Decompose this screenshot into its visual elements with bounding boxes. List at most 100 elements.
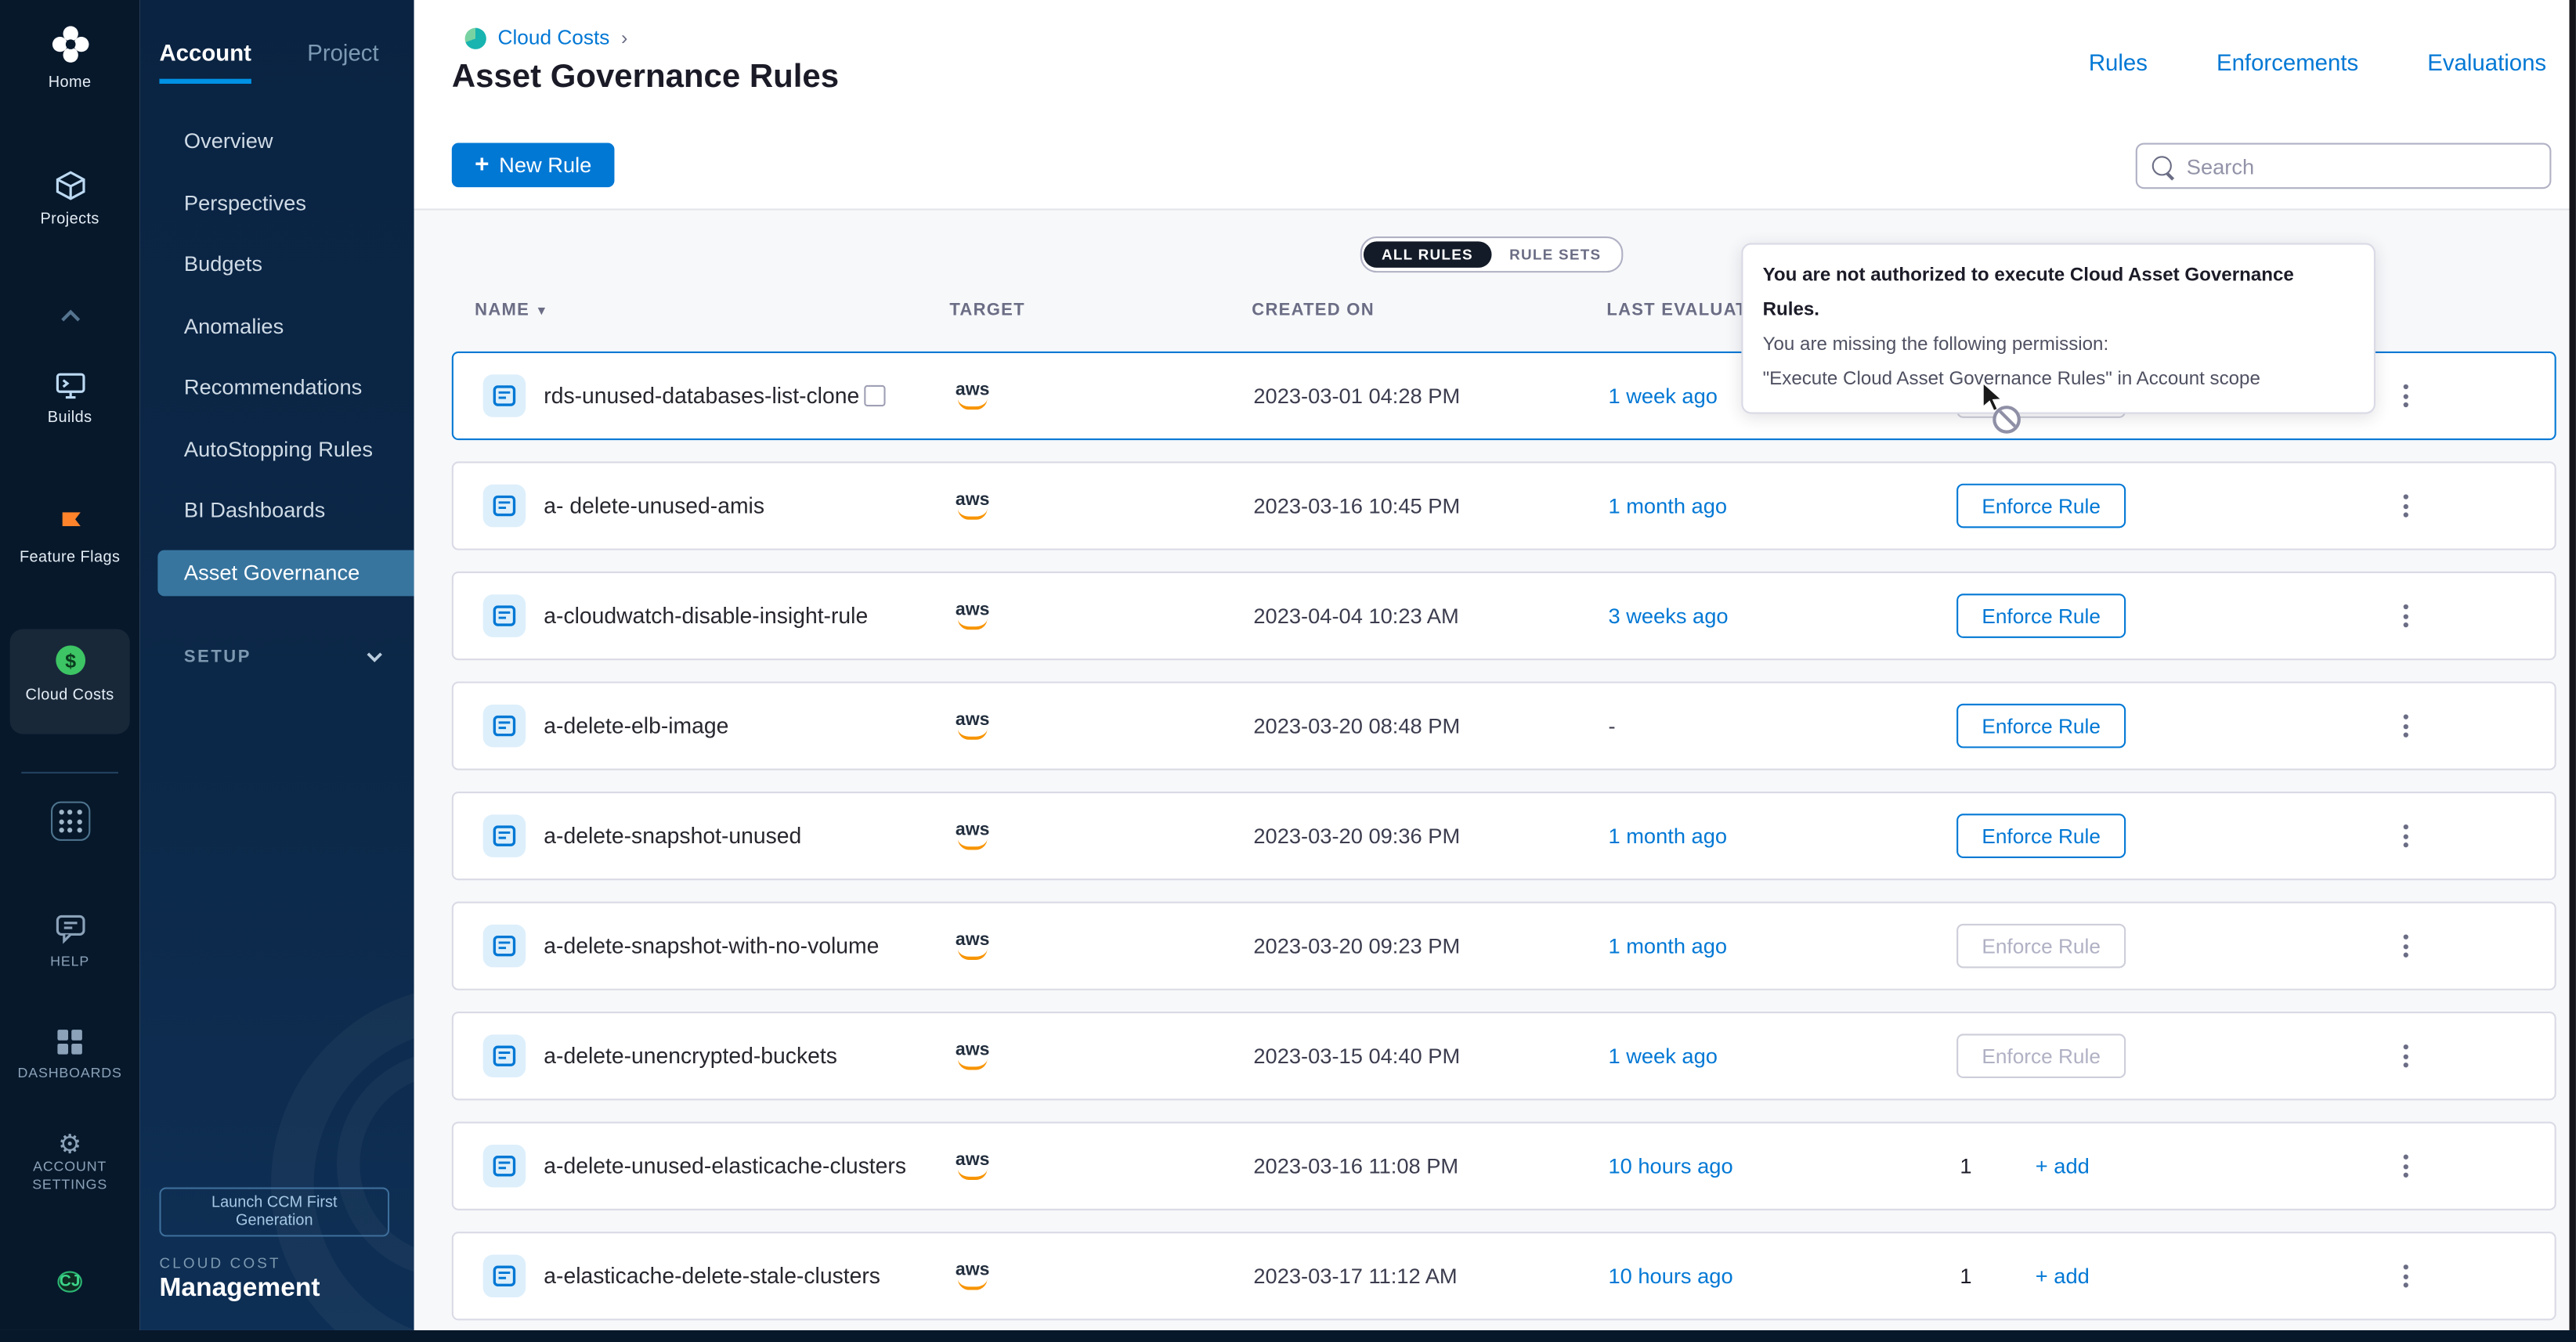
enforce-rule-button[interactable]: Enforce Rule (1956, 593, 2126, 638)
row-menu-icon[interactable] (2397, 818, 2415, 854)
row-menu-icon[interactable] (2397, 1038, 2415, 1074)
rule-name[interactable]: a-delete-elb-image (544, 713, 728, 738)
table-row[interactable]: a-delete-unencrypted-buckets aws 2023-03… (452, 1012, 2556, 1100)
rail-collapse-chevron[interactable] (0, 302, 139, 332)
rule-icon (483, 1034, 526, 1077)
table-row[interactable]: a-delete-elb-image aws 2023-03-20 08:48 … (452, 681, 2556, 770)
search-input[interactable] (2184, 152, 2535, 180)
breadcrumb-cloud-costs-link[interactable]: Cloud Costs (498, 27, 610, 49)
aws-logo: aws (951, 822, 994, 850)
rail-item-projects[interactable]: Projects (0, 169, 139, 229)
last-evaluation-link[interactable]: - (1608, 713, 1615, 738)
aws-logo-text: aws (951, 602, 994, 619)
last-evaluation-link[interactable]: 1 month ago (1608, 933, 1727, 958)
row-menu-icon[interactable] (2397, 597, 2415, 633)
rule-name[interactable]: rds-unused-databases-list-clone (544, 384, 859, 408)
new-rule-button[interactable]: + New Rule (452, 142, 615, 187)
sidebar-item-asset-governance[interactable]: Asset Governance (157, 550, 414, 596)
row-menu-icon[interactable] (2397, 928, 2415, 964)
rail-item-builds[interactable]: Builds (0, 371, 139, 427)
rail-item-feature-flags[interactable]: Feature Flags (0, 509, 139, 566)
table-row[interactable]: a-cloudwatch-disable-insight-rule aws 20… (452, 572, 2556, 660)
copy-icon[interactable] (864, 385, 885, 406)
row-menu-icon[interactable] (2397, 708, 2415, 744)
sidebar-item-perspectives[interactable]: Perspectives (139, 180, 414, 226)
rail-item-dashboards[interactable]: DASHBOARDS (0, 1028, 139, 1080)
nav-link-enforcements[interactable]: Enforcements (2217, 49, 2358, 76)
row-menu-icon[interactable] (2397, 377, 2415, 413)
enforce-rule-button[interactable]: Enforce Rule (1956, 813, 2126, 858)
created-on-value: 2023-03-20 08:48 PM (1253, 713, 1460, 738)
last-evaluation-link[interactable]: 1 month ago (1608, 493, 1727, 518)
rail-item-help[interactable]: HELP (0, 913, 139, 969)
rule-name[interactable]: a-delete-unencrypted-buckets (544, 1044, 837, 1068)
rule-name[interactable]: a-elasticache-delete-stale-clusters (544, 1264, 880, 1288)
rule-name[interactable]: a-cloudwatch-disable-insight-rule (544, 604, 868, 628)
sidebar-item-autostopping-rules[interactable]: AutoStopping Rules (139, 426, 414, 472)
aws-logo: aws (951, 712, 994, 740)
enforce-rule-button[interactable]: Enforce Rule (1956, 1034, 2126, 1078)
setup-section-toggle[interactable]: SETUP (184, 642, 385, 672)
tab-project[interactable]: Project (307, 39, 378, 84)
last-evaluation-link[interactable]: 1 month ago (1608, 824, 1727, 848)
table-row[interactable]: a- delete-unused-amis aws 2023-03-16 10:… (452, 461, 2556, 550)
enforce-rule-button[interactable]: Enforce Rule (1956, 924, 2126, 969)
add-enforcement-link[interactable]: + add (2036, 1153, 2090, 1178)
sidebar-item-budgets[interactable]: Budgets (139, 241, 414, 287)
last-evaluation-link[interactable]: 1 week ago (1608, 1044, 1717, 1068)
table-row[interactable]: a-delete-snapshot-with-no-volume aws 202… (452, 902, 2556, 990)
nav-link-evaluations[interactable]: Evaluations (2427, 49, 2546, 76)
sidebar-item-bi-dashboards[interactable]: BI Dashboards (139, 488, 414, 534)
rule-icon (483, 374, 526, 417)
last-evaluation-link[interactable]: 10 hours ago (1608, 1153, 1732, 1178)
last-evaluation-link[interactable]: 10 hours ago (1608, 1264, 1732, 1288)
add-enforcement-link[interactable]: + add (2036, 1264, 2090, 1288)
tooltip-line-3: "Execute Cloud Asset Governance Rules" i… (1763, 363, 2354, 398)
user-avatar[interactable]: CJ (0, 1261, 139, 1304)
chevron-up-icon (56, 302, 83, 330)
sidebar-item-anomalies[interactable]: Anomalies (139, 303, 414, 349)
rail-item-account-settings[interactable]: ⚙ ACCOUNT SETTINGS (0, 1136, 139, 1193)
aws-logo: aws (951, 1262, 994, 1290)
row-menu-icon[interactable] (2397, 1258, 2415, 1294)
rule-name[interactable]: a-delete-unused-elasticache-clusters (544, 1153, 906, 1178)
rule-icon (483, 1254, 526, 1297)
tab-account[interactable]: Account (159, 39, 251, 84)
module-rail: Home Projects Builds Feature Flags (0, 0, 139, 1330)
aws-logo: aws (951, 382, 994, 410)
row-menu-icon[interactable] (2397, 488, 2415, 524)
created-on-value: 2023-03-20 09:23 PM (1253, 933, 1460, 958)
rail-label: Builds (0, 409, 139, 427)
enforce-rule-button[interactable]: Enforce Rule (1956, 484, 2126, 529)
rule-name[interactable]: a- delete-unused-amis (544, 493, 764, 518)
row-menu-icon[interactable] (2397, 1148, 2415, 1184)
launch-ccm-first-gen-button[interactable]: Launch CCM First Generation (159, 1187, 389, 1236)
rule-name[interactable]: a-delete-snapshot-unused (544, 824, 801, 848)
segment-rule-sets[interactable]: RULE SETS (1491, 241, 1619, 268)
table-row[interactable]: a-delete-unused-elasticache-clusters aws… (452, 1122, 2556, 1210)
module-picker[interactable] (0, 802, 139, 841)
enforce-rule-button[interactable]: Enforce Rule (1956, 704, 2126, 749)
projects-cube-icon (53, 181, 86, 209)
last-evaluation-link[interactable]: 3 weeks ago (1608, 604, 1728, 628)
sidebar-item-recommendations[interactable]: Recommendations (139, 365, 414, 411)
aws-logo-text: aws (951, 1042, 994, 1059)
header-nav: Rules Enforcements Evaluations (2089, 49, 2546, 76)
search-icon (2152, 156, 2172, 175)
aws-smile-icon (958, 399, 988, 410)
scrollbar-track[interactable] (2569, 0, 2575, 1330)
aws-smile-icon (958, 839, 988, 850)
segment-all-rules[interactable]: ALL RULES (1364, 241, 1491, 268)
aws-logo: aws (951, 932, 994, 960)
nav-link-rules[interactable]: Rules (2089, 49, 2148, 76)
rail-item-cloud-costs[interactable]: $ Cloud Costs (0, 642, 139, 705)
sidebar-item-overview[interactable]: Overview (139, 118, 414, 164)
table-row[interactable]: a-delete-snapshot-unused aws 2023-03-20 … (452, 792, 2556, 880)
last-evaluation-link[interactable]: 1 week ago (1608, 384, 1717, 408)
column-name[interactable]: NAME▾ (475, 301, 546, 320)
rule-name[interactable]: a-delete-snapshot-with-no-volume (544, 933, 879, 958)
aws-logo: aws (951, 492, 994, 520)
aws-logo-text: aws (951, 932, 994, 948)
rail-item-home[interactable]: Home (0, 23, 139, 92)
table-row[interactable]: a-elasticache-delete-stale-clusters aws … (452, 1232, 2556, 1320)
